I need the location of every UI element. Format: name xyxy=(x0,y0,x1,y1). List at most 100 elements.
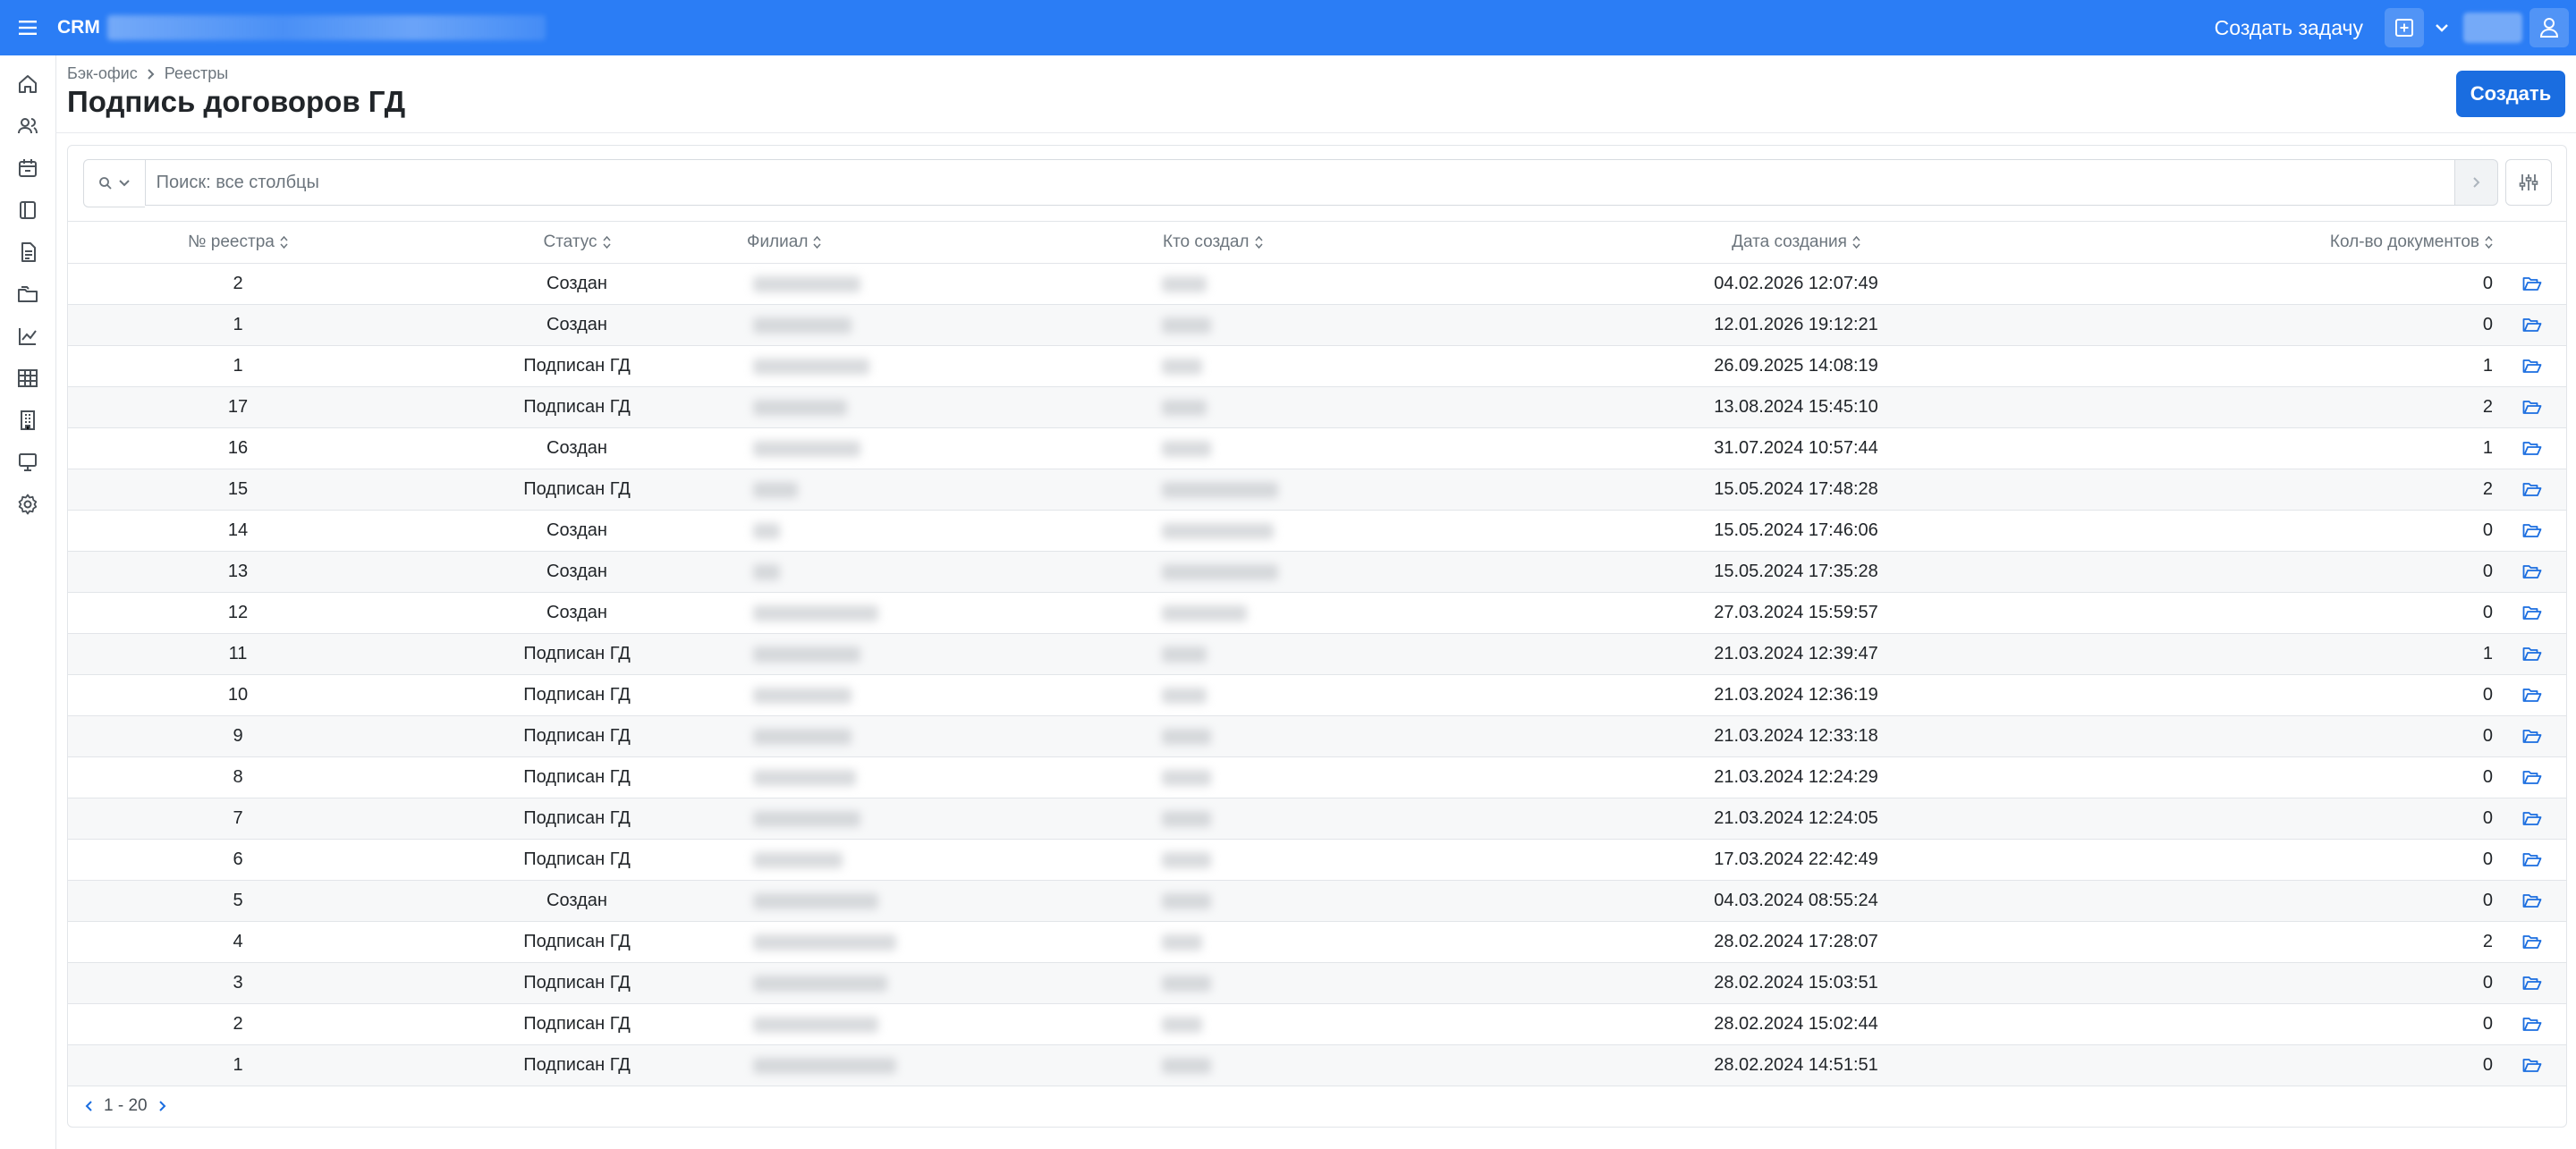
table-row[interactable]: 1 Подписан ГД 26.09.2025 14:08:19 1 xyxy=(68,345,2566,387)
table-row[interactable]: 8 Подписан ГД 21.03.2024 12:24:29 0 xyxy=(68,756,2566,798)
table-row[interactable]: 2 Создан 04.02.2026 12:07:49 0 xyxy=(68,263,2566,305)
open-folder-icon[interactable] xyxy=(2522,605,2542,621)
open-folder-icon[interactable] xyxy=(2522,811,2542,827)
search-input[interactable] xyxy=(144,159,2456,206)
open-folder-icon[interactable] xyxy=(2522,934,2542,950)
cell-registry-no: 10 xyxy=(68,674,408,716)
column-header-created-at[interactable]: Дата создания xyxy=(1341,222,2251,264)
open-folder-icon[interactable] xyxy=(2522,400,2542,416)
open-folder-icon[interactable] xyxy=(2522,482,2542,498)
open-folder-icon[interactable] xyxy=(2522,317,2542,334)
cell-docs-count: 0 xyxy=(2251,263,2498,305)
add-task-button[interactable] xyxy=(2385,8,2424,47)
cell-created-at: 31.07.2024 10:57:44 xyxy=(1341,427,2251,469)
table-row[interactable]: 6 Подписан ГД 17.03.2024 22:42:49 0 xyxy=(68,839,2566,881)
sort-icon xyxy=(1852,235,1860,249)
table-row[interactable]: 12 Создан 27.03.2024 15:59:57 0 xyxy=(68,592,2566,634)
chevron-left-icon[interactable] xyxy=(84,1100,93,1112)
user-name-redacted[interactable] xyxy=(2463,13,2522,43)
open-folder-icon[interactable] xyxy=(2522,893,2542,909)
column-header-docs-count[interactable]: Кол-во документов xyxy=(2251,222,2498,264)
sidebar-item-book[interactable] xyxy=(0,189,55,231)
sidebar-item-home[interactable] xyxy=(0,63,55,105)
open-folder-icon[interactable] xyxy=(2522,729,2542,745)
sidebar-item-calendar[interactable] xyxy=(0,147,55,189)
sort-icon xyxy=(813,235,821,249)
sidebar-item-monitor[interactable] xyxy=(0,441,55,483)
cell-registry-no: 2 xyxy=(68,263,408,305)
table-row[interactable]: 17 Подписан ГД 13.08.2024 15:45:10 2 xyxy=(68,386,2566,428)
cell-status: Подписан ГД xyxy=(408,1003,746,1045)
column-settings-button[interactable] xyxy=(2505,159,2552,206)
sidebar-item-settings[interactable] xyxy=(0,483,55,525)
registry-table-card: № реестра Статус Филиал Кто создал Дата … xyxy=(67,145,2567,1128)
cell-created-at: 21.03.2024 12:24:29 xyxy=(1341,756,2251,798)
cell-branch-redacted xyxy=(746,962,1162,1004)
create-button[interactable]: Создать xyxy=(2456,71,2565,117)
dropdown-toggle[interactable] xyxy=(2424,8,2460,47)
table-row[interactable]: 16 Создан 31.07.2024 10:57:44 1 xyxy=(68,427,2566,469)
sidebar xyxy=(0,55,56,1149)
cell-created-by-redacted xyxy=(1162,304,1341,346)
cell-created-at: 28.02.2024 15:02:44 xyxy=(1341,1003,2251,1045)
table-row[interactable]: 14 Создан 15.05.2024 17:46:06 0 xyxy=(68,510,2566,552)
column-header-status[interactable]: Статус xyxy=(408,222,746,264)
table-row[interactable]: 1 Создан 12.01.2026 19:12:21 0 xyxy=(68,304,2566,346)
cell-actions xyxy=(2498,962,2566,1004)
open-folder-icon[interactable] xyxy=(2522,276,2542,292)
cell-created-by-redacted xyxy=(1162,263,1341,305)
sidebar-item-users[interactable] xyxy=(0,105,55,147)
menu-icon[interactable] xyxy=(0,0,55,55)
cell-branch-redacted xyxy=(746,386,1162,428)
breadcrumb-item-backoffice[interactable]: Бэк-офис xyxy=(67,64,138,83)
table-row[interactable]: 13 Создан 15.05.2024 17:35:28 0 xyxy=(68,551,2566,593)
table-row[interactable]: 7 Подписан ГД 21.03.2024 12:24:05 0 xyxy=(68,798,2566,840)
search-column-selector[interactable] xyxy=(83,159,145,207)
cell-actions xyxy=(2498,880,2566,922)
open-folder-icon[interactable] xyxy=(2522,1017,2542,1033)
sidebar-item-folders[interactable] xyxy=(0,273,55,315)
cell-branch-redacted xyxy=(746,674,1162,716)
cell-status: Подписан ГД xyxy=(408,674,746,716)
sidebar-item-table[interactable] xyxy=(0,357,55,399)
app-brand[interactable]: CRM xyxy=(57,17,100,38)
table-row[interactable]: 9 Подписан ГД 21.03.2024 12:33:18 0 xyxy=(68,715,2566,757)
cell-registry-no: 7 xyxy=(68,798,408,840)
column-header-registry-no[interactable]: № реестра xyxy=(68,222,408,264)
search-submit-button[interactable] xyxy=(2455,159,2498,206)
open-folder-icon[interactable] xyxy=(2522,359,2542,375)
cell-status: Создан xyxy=(408,304,746,346)
cell-created-by-redacted xyxy=(1162,715,1341,757)
breadcrumb-item-registries[interactable]: Реестры xyxy=(165,64,228,83)
table-row[interactable]: 5 Создан 04.03.2024 08:55:24 0 xyxy=(68,880,2566,922)
column-header-created-by[interactable]: Кто создал xyxy=(1162,222,1341,264)
cell-created-at: 15.05.2024 17:35:28 xyxy=(1341,551,2251,593)
open-folder-icon[interactable] xyxy=(2522,1058,2542,1074)
cell-created-by-redacted xyxy=(1162,551,1341,593)
open-folder-icon[interactable] xyxy=(2522,646,2542,663)
table-row[interactable]: 15 Подписан ГД 15.05.2024 17:48:28 2 xyxy=(68,469,2566,511)
table-row[interactable]: 4 Подписан ГД 28.02.2024 17:28:07 2 xyxy=(68,921,2566,963)
open-folder-icon[interactable] xyxy=(2522,441,2542,457)
open-folder-icon[interactable] xyxy=(2522,976,2542,992)
create-task-link[interactable]: Создать задачу xyxy=(2215,16,2363,40)
table-row[interactable]: 3 Подписан ГД 28.02.2024 15:03:51 0 xyxy=(68,962,2566,1004)
open-folder-icon[interactable] xyxy=(2522,852,2542,868)
sidebar-item-building[interactable] xyxy=(0,399,55,441)
table-row[interactable]: 11 Подписан ГД 21.03.2024 12:39:47 1 xyxy=(68,633,2566,675)
column-header-branch[interactable]: Филиал xyxy=(746,222,1162,264)
sidebar-item-analytics[interactable] xyxy=(0,315,55,357)
sidebar-item-documents[interactable] xyxy=(0,231,55,273)
table-row[interactable]: 2 Подписан ГД 28.02.2024 15:02:44 0 xyxy=(68,1003,2566,1045)
chevron-down-icon xyxy=(119,180,130,187)
table-row[interactable]: 1 Подписан ГД 28.02.2024 14:51:51 0 xyxy=(68,1044,2566,1086)
profile-button[interactable] xyxy=(2529,8,2569,47)
open-folder-icon[interactable] xyxy=(2522,688,2542,704)
chevron-right-icon[interactable] xyxy=(158,1100,167,1112)
cell-status: Подписан ГД xyxy=(408,715,746,757)
open-folder-icon[interactable] xyxy=(2522,770,2542,786)
cell-status: Подписан ГД xyxy=(408,345,746,387)
open-folder-icon[interactable] xyxy=(2522,523,2542,539)
open-folder-icon[interactable] xyxy=(2522,564,2542,580)
table-row[interactable]: 10 Подписан ГД 21.03.2024 12:36:19 0 xyxy=(68,674,2566,716)
